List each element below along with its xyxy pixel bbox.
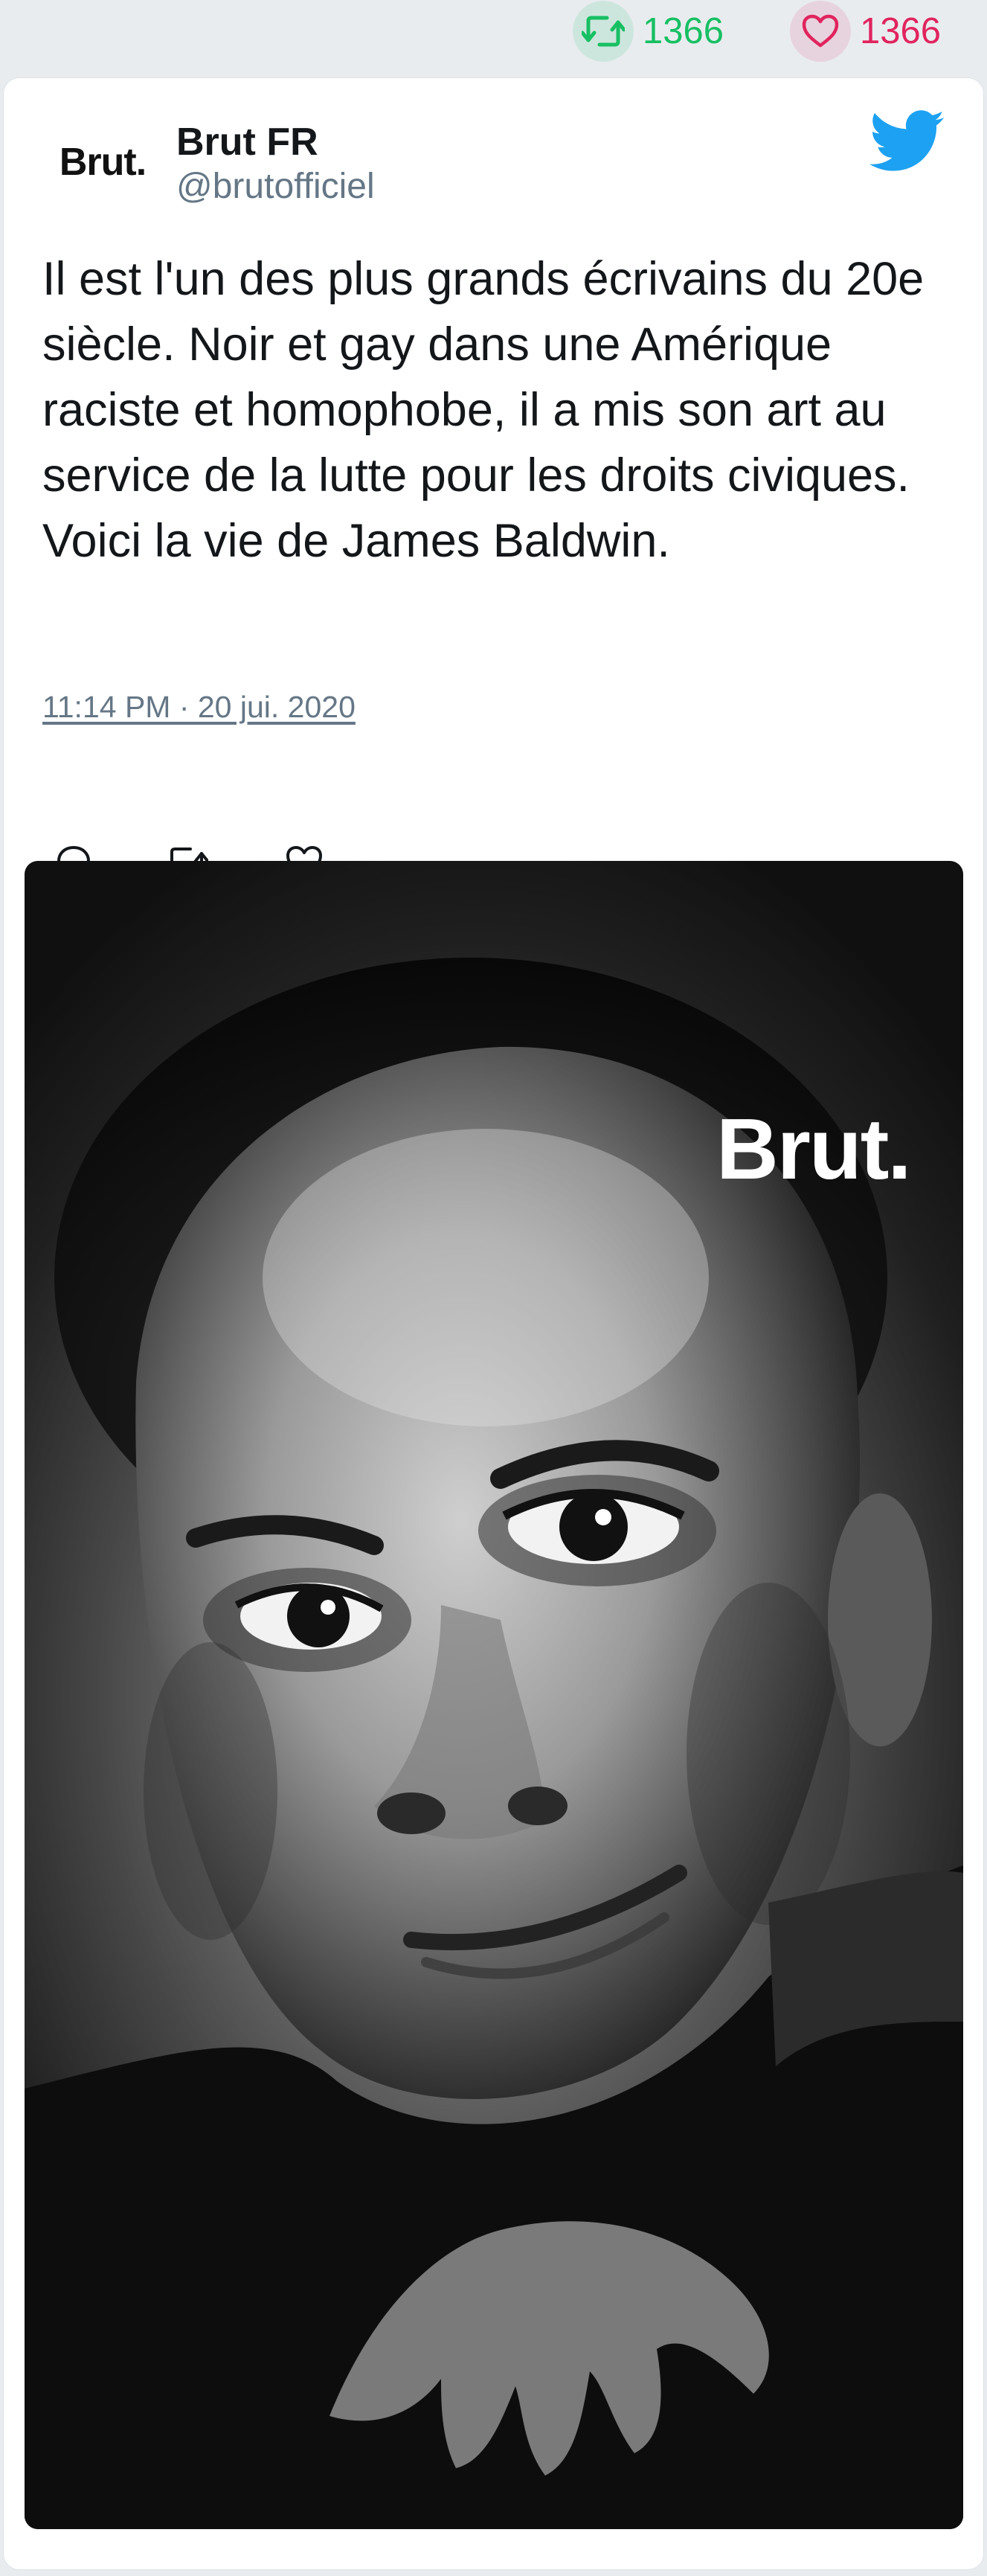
display-name[interactable]: Brut FR	[176, 120, 318, 164]
like-stat[interactable]: 1366	[790, 0, 941, 63]
avatar-logo-text: Brut.	[59, 141, 147, 184]
tweet-media-image[interactable]: Brut.	[25, 861, 963, 2529]
avatar[interactable]: Brut.	[41, 129, 164, 196]
media-watermark: Brut.	[716, 1100, 912, 1197]
tweet-text: Il est l'un des plus grands écrivains du…	[42, 253, 925, 567]
tweet-card: Brut. Brut FR @brutofficiel Il est l'un …	[3, 77, 984, 2570]
tweet-timestamp[interactable]: 11:14 PM · 20 jui. 2020	[42, 690, 356, 725]
heart-icon	[790, 1, 851, 62]
retweet-count: 1366	[643, 11, 724, 51]
retweet-icon	[573, 1, 634, 62]
retweet-stat[interactable]: 1366	[573, 0, 724, 63]
tweet-stats-bar: 1366 1366	[0, 0, 987, 74]
twitter-bird-icon[interactable]	[869, 109, 945, 176]
user-handle[interactable]: @brutofficiel	[176, 166, 375, 207]
like-count: 1366	[860, 11, 942, 51]
